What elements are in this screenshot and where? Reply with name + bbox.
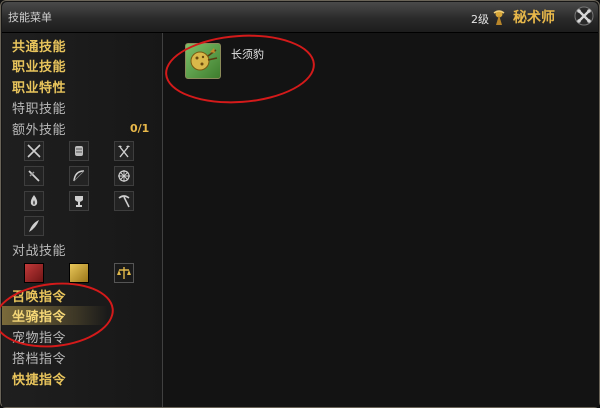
mount-list-item[interactable]: 长须豹 xyxy=(185,43,335,83)
red-crest-icon[interactable] xyxy=(24,263,44,283)
category-mount[interactable]: 坐骑指令 xyxy=(2,306,108,325)
mount-icon xyxy=(185,43,221,79)
axe-icon[interactable] xyxy=(114,141,134,161)
skill-menu-window: 技能菜单 2级 秘术师 共通技能 职业技能 职业特性 特职技能 额外技能 0/1 xyxy=(0,0,600,408)
job-level: 2级 xyxy=(471,13,489,26)
category-common[interactable]: 共通技能 xyxy=(12,36,66,55)
bow-icon[interactable] xyxy=(69,166,89,186)
crossed-swords-icon[interactable] xyxy=(24,141,44,161)
close-icon[interactable] xyxy=(574,6,594,26)
trophy-icon[interactable] xyxy=(69,191,89,211)
window-title: 技能菜单 xyxy=(8,11,52,24)
category-buddy[interactable]: 搭档指令 xyxy=(12,348,66,367)
scales-icon[interactable] xyxy=(114,263,134,283)
category-pvp[interactable]: 对战技能 xyxy=(12,240,66,259)
sword-icon[interactable] xyxy=(24,166,44,186)
category-pet[interactable]: 宠物指令 xyxy=(12,327,66,346)
job-emblem-icon xyxy=(493,10,505,25)
gold-idol-icon[interactable] xyxy=(69,263,89,283)
pickaxe-icon[interactable] xyxy=(114,191,134,211)
skill-category-sidebar: 共通技能 职业技能 职业特性 特职技能 额外技能 0/1 对战技能 召唤指令 坐… xyxy=(0,33,163,407)
category-traits[interactable]: 职业特性 xyxy=(12,77,66,96)
category-extra[interactable]: 额外技能 xyxy=(12,119,66,138)
emblem-icon[interactable] xyxy=(114,166,134,186)
scroll-icon[interactable] xyxy=(69,141,89,161)
category-job[interactable]: 职业技能 xyxy=(12,56,66,75)
category-summon[interactable]: 召唤指令 xyxy=(12,286,66,305)
flame-icon[interactable] xyxy=(24,191,44,211)
category-role[interactable]: 特职技能 xyxy=(12,98,66,117)
quill-icon[interactable] xyxy=(24,216,44,236)
job-name: 秘术师 xyxy=(513,10,555,26)
category-quick[interactable]: 快捷指令 xyxy=(12,369,66,388)
title-bar[interactable]: 技能菜单 2级 秘术师 xyxy=(2,2,598,33)
mount-name: 长须豹 xyxy=(231,48,264,61)
extra-skill-count: 0/1 xyxy=(130,122,150,135)
skill-list-panel: 长须豹 xyxy=(162,29,599,407)
